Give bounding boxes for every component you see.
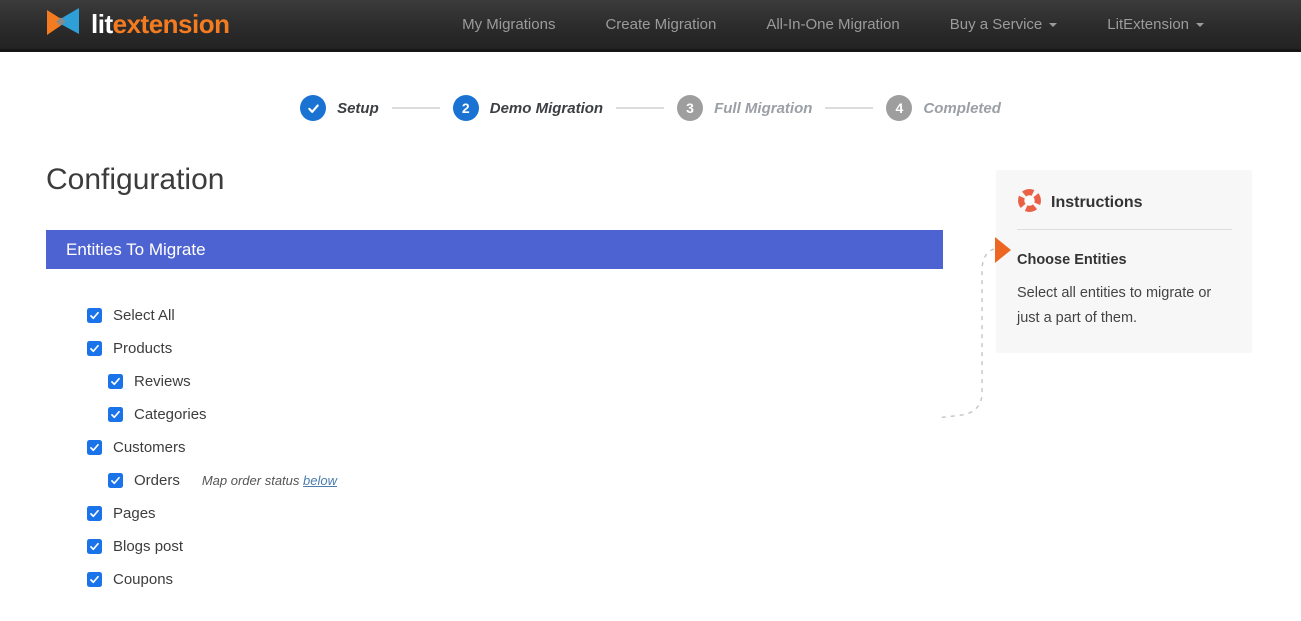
step-label: Full Migration xyxy=(714,100,812,117)
step-setup: Setup xyxy=(300,95,379,121)
step-connector-line xyxy=(825,107,873,109)
check-icon xyxy=(89,574,100,585)
blogs-post-checkbox[interactable] xyxy=(87,539,102,554)
order-status-below-link[interactable]: below xyxy=(303,473,337,488)
instructions-heading: Choose Entities xyxy=(1017,252,1232,268)
instructions-panel: Instructions Choose Entities Select all … xyxy=(996,170,1252,353)
check-icon xyxy=(110,409,121,420)
brand-wordmark: litextension xyxy=(91,9,229,40)
select-all-checkbox[interactable] xyxy=(87,308,102,323)
caret-down-icon xyxy=(1049,23,1057,27)
entity-label[interactable]: Pages xyxy=(113,505,156,522)
pointer-arrow-icon xyxy=(995,237,1011,263)
products-checkbox[interactable] xyxy=(87,341,102,356)
nav-item-create-migration[interactable]: Create Migration xyxy=(580,0,741,49)
instructions-body: Select all entities to migrate or just a… xyxy=(1017,281,1232,331)
check-icon xyxy=(89,442,100,453)
divider xyxy=(1017,229,1232,230)
entity-label[interactable]: Orders xyxy=(134,472,180,489)
entity-row-categories: Categories xyxy=(87,398,337,431)
step-full-migration: 3 Full Migration xyxy=(677,95,812,121)
instructions-header: Instructions xyxy=(1017,188,1232,218)
step-completed: 4 Completed xyxy=(886,95,1001,121)
nav-item-litextension[interactable]: LitExtension xyxy=(1082,0,1229,49)
nav-menu: My Migrations Create Migration All-In-On… xyxy=(437,0,1229,49)
step-connector-line xyxy=(392,107,440,109)
entity-row-coupons: Coupons xyxy=(87,563,337,596)
step-done-circle xyxy=(300,95,326,121)
entity-row-select-all: Select All xyxy=(87,299,337,332)
entities-section-header: Entities To Migrate xyxy=(46,230,943,269)
entity-label[interactable]: Blogs post xyxy=(113,538,183,555)
entity-label[interactable]: Coupons xyxy=(113,571,173,588)
step-demo-migration: 2 Demo Migration xyxy=(453,95,603,121)
nav-item-my-migrations[interactable]: My Migrations xyxy=(437,0,580,49)
check-icon xyxy=(89,541,100,552)
instructions-title: Instructions xyxy=(1051,194,1143,212)
step-number-circle: 4 xyxy=(886,95,912,121)
nav-item-buy-a-service[interactable]: Buy a Service xyxy=(925,0,1083,49)
litextension-logo[interactable]: litextension xyxy=(44,6,229,43)
litextension-logo-icon xyxy=(44,6,82,43)
page-title: Configuration xyxy=(46,163,224,197)
check-icon xyxy=(89,508,100,519)
entity-row-reviews: Reviews xyxy=(87,365,337,398)
top-navbar: litextension My Migrations Create Migrat… xyxy=(0,0,1301,52)
categories-checkbox[interactable] xyxy=(108,407,123,422)
entity-row-orders: Orders Map order status below xyxy=(87,464,337,497)
orders-checkbox[interactable] xyxy=(108,473,123,488)
step-connector-line xyxy=(616,107,664,109)
entity-row-pages: Pages xyxy=(87,497,337,530)
entity-label[interactable]: Products xyxy=(113,340,172,357)
check-icon xyxy=(89,343,100,354)
entity-label[interactable]: Select All xyxy=(113,307,175,324)
entity-row-blogs-post: Blogs post xyxy=(87,530,337,563)
step-label: Demo Migration xyxy=(490,100,603,117)
lifebuoy-icon xyxy=(1017,188,1042,218)
customers-checkbox[interactable] xyxy=(87,440,102,455)
step-label: Setup xyxy=(337,100,379,117)
progress-stepper: Setup 2 Demo Migration 3 Full Migration … xyxy=(0,95,1301,121)
section-header-label: Entities To Migrate xyxy=(66,240,206,260)
step-label: Completed xyxy=(923,100,1001,117)
check-icon xyxy=(89,310,100,321)
order-status-note: Map order status below xyxy=(202,473,337,488)
nav-item-all-in-one-migration[interactable]: All-In-One Migration xyxy=(741,0,924,49)
check-icon xyxy=(110,475,121,486)
entity-label[interactable]: Reviews xyxy=(134,373,191,390)
caret-down-icon xyxy=(1196,23,1204,27)
coupons-checkbox[interactable] xyxy=(87,572,102,587)
step-number-circle: 3 xyxy=(677,95,703,121)
step-number-circle: 2 xyxy=(453,95,479,121)
page: litextension My Migrations Create Migrat… xyxy=(0,0,1301,621)
entity-label[interactable]: Customers xyxy=(113,439,186,456)
check-icon xyxy=(110,376,121,387)
check-icon xyxy=(306,101,321,116)
reviews-checkbox[interactable] xyxy=(108,374,123,389)
entities-list: Select All Products Reviews Categories C… xyxy=(87,299,337,596)
entity-row-customers: Customers xyxy=(87,431,337,464)
entity-label[interactable]: Categories xyxy=(134,406,207,423)
entity-row-products: Products xyxy=(87,332,337,365)
pages-checkbox[interactable] xyxy=(87,506,102,521)
